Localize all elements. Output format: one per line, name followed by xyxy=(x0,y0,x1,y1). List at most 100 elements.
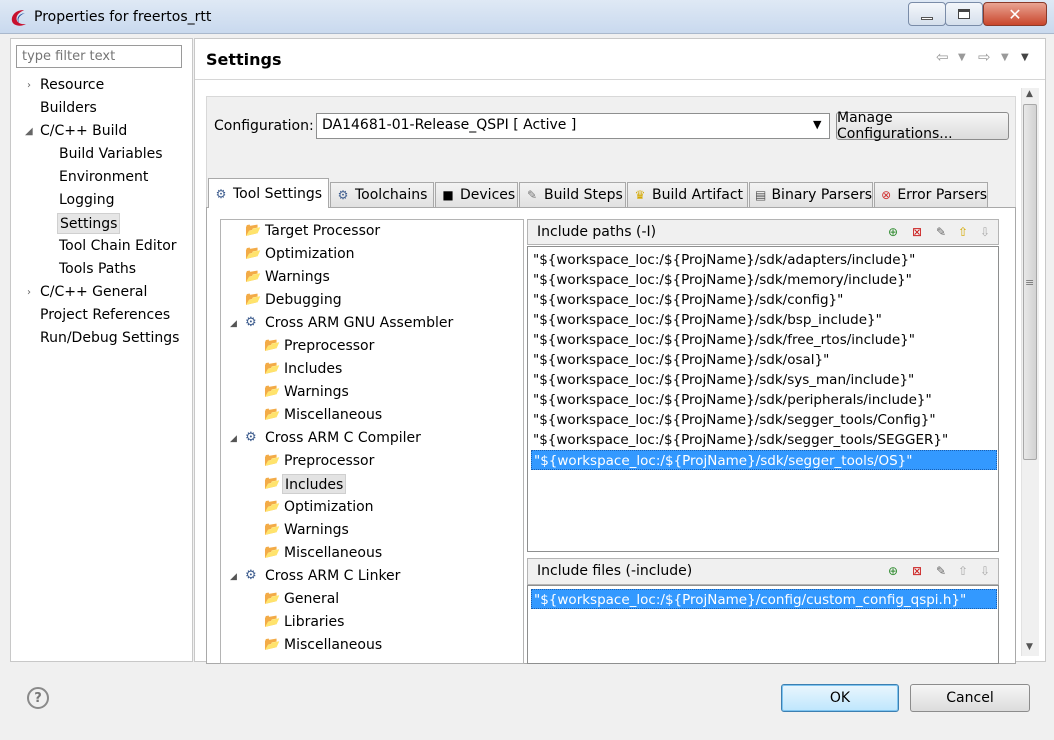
manage-configurations-button[interactable]: Manage Configurations... xyxy=(836,110,1009,142)
move-up-icon[interactable]: ⇧ xyxy=(955,224,971,240)
folder-icon: 📂 xyxy=(264,476,281,491)
tab-toolchains[interactable]: ⚙ Toolchains xyxy=(330,182,434,207)
folder-icon: 📂 xyxy=(245,292,262,307)
cancel-button[interactable]: Cancel xyxy=(910,684,1030,712)
nav-environment[interactable]: Environment xyxy=(59,167,148,188)
toolchains-icon: ⚙ xyxy=(337,188,349,202)
edit-icon[interactable]: ✎ xyxy=(933,224,949,240)
eclipse-app-icon xyxy=(11,10,26,26)
tree-cc-misc[interactable]: Miscellaneous xyxy=(284,543,382,563)
nav-project-references[interactable]: Project References xyxy=(40,305,170,326)
tab-label: Error Parsers xyxy=(897,187,987,203)
tree-cc-warnings[interactable]: Warnings xyxy=(284,520,349,540)
minimize-button[interactable] xyxy=(908,2,946,26)
include-paths-title: Include paths (-I) xyxy=(537,224,657,240)
configuration-select[interactable]: DA14681-01-Release_QSPI [ Active ] xyxy=(316,113,830,139)
list-item[interactable]: "${workspace_loc:/${ProjName}/sdk/periph… xyxy=(531,390,997,410)
folder-icon: 📂 xyxy=(245,269,262,284)
tree-debugging[interactable]: Debugging xyxy=(265,290,342,310)
edit-icon[interactable]: ✎ xyxy=(933,563,949,579)
list-item[interactable]: "${workspace_loc:/${ProjName}/sdk/segger… xyxy=(531,410,997,430)
chevron-down-icon[interactable]: ▼ xyxy=(813,118,821,131)
tree-cc-preprocessor[interactable]: Preprocessor xyxy=(284,451,374,471)
tree-ld-libraries[interactable]: Libraries xyxy=(284,612,344,632)
nav-settings[interactable]: Settings xyxy=(57,213,121,234)
collapse-arrow-icon[interactable]: ◢ xyxy=(25,126,33,137)
help-icon[interactable]: ? xyxy=(27,687,49,709)
move-down-icon[interactable]: ⇩ xyxy=(977,563,993,579)
folder-icon: 📂 xyxy=(264,338,281,353)
tab-error-parsers[interactable]: ⊗ Error Parsers xyxy=(874,182,988,207)
tree-cc-optimization[interactable]: Optimization xyxy=(284,497,374,517)
add-icon[interactable]: ⊕ xyxy=(885,563,901,579)
nav-tools-paths[interactable]: Tools Paths xyxy=(59,259,136,280)
expand-arrow-icon[interactable]: › xyxy=(27,80,31,91)
tree-asm-misc[interactable]: Miscellaneous xyxy=(284,405,382,425)
move-down-icon[interactable]: ⇩ xyxy=(977,224,993,240)
tree-c-compiler[interactable]: Cross ARM C Compiler xyxy=(265,428,421,448)
tree-cc-includes[interactable]: Includes xyxy=(282,474,347,494)
collapse-arrow-icon[interactable]: ◢ xyxy=(230,319,237,329)
tree-optimization[interactable]: Optimization xyxy=(265,244,355,264)
tree-linker[interactable]: Cross ARM C Linker xyxy=(265,566,400,586)
build-artifact-icon: ♛ xyxy=(634,188,646,202)
filter-input[interactable] xyxy=(16,45,182,68)
tree-ld-misc[interactable]: Miscellaneous xyxy=(284,635,382,655)
binary-parsers-icon: ▤ xyxy=(755,188,767,202)
tree-assembler[interactable]: Cross ARM GNU Assembler xyxy=(265,313,453,333)
nav-build-variables[interactable]: Build Variables xyxy=(59,144,163,165)
list-item[interactable]: "${workspace_loc:/${ProjName}/sdk/memory… xyxy=(531,270,997,290)
list-item-selected[interactable]: "${workspace_loc:/${ProjName}/sdk/segger… xyxy=(531,450,997,470)
tree-ld-general[interactable]: General xyxy=(284,589,339,609)
list-item[interactable]: "${workspace_loc:/${ProjName}/sdk/adapte… xyxy=(531,250,997,270)
tab-build-steps[interactable]: ✎ Build Steps xyxy=(519,182,626,207)
nav-tool-chain-editor[interactable]: Tool Chain Editor xyxy=(59,236,177,257)
list-item-selected[interactable]: "${workspace_loc:/${ProjName}/config/cus… xyxy=(531,589,997,609)
nav-builders[interactable]: Builders xyxy=(40,98,97,119)
collapse-arrow-icon[interactable]: ◢ xyxy=(230,572,237,582)
maximize-button[interactable] xyxy=(945,2,983,26)
tree-asm-warnings[interactable]: Warnings xyxy=(284,382,349,402)
ok-button[interactable]: OK xyxy=(781,684,899,712)
nav-cpp-build[interactable]: C/C++ Build xyxy=(40,121,127,142)
view-menu-icon[interactable]: ▼ xyxy=(1021,52,1029,63)
folder-icon: 📂 xyxy=(264,522,281,537)
back-arrow-icon[interactable]: ⇦ xyxy=(936,48,949,66)
list-item[interactable]: "${workspace_loc:/${ProjName}/sdk/config… xyxy=(531,290,997,310)
nav-run-debug-settings[interactable]: Run/Debug Settings xyxy=(40,328,179,349)
back-menu-icon[interactable]: ▼ xyxy=(958,52,966,63)
delete-icon[interactable]: ⊠ xyxy=(909,224,925,240)
tab-label: Build Artifact xyxy=(652,187,743,203)
expand-arrow-icon[interactable]: › xyxy=(27,287,31,298)
delete-icon[interactable]: ⊠ xyxy=(909,563,925,579)
scroll-down-icon[interactable]: ▼ xyxy=(1026,642,1033,652)
tree-asm-preprocessor[interactable]: Preprocessor xyxy=(284,336,374,356)
tab-tool-settings[interactable]: ⚙ Tool Settings xyxy=(208,178,329,208)
tree-target-processor[interactable]: Target Processor xyxy=(265,221,380,241)
configuration-label: Configuration: xyxy=(214,118,314,134)
window-title: Properties for freertos_rtt xyxy=(34,9,212,25)
forward-menu-icon[interactable]: ▼ xyxy=(1001,52,1009,63)
scroll-up-icon[interactable]: ▲ xyxy=(1026,89,1033,99)
tab-build-artifact[interactable]: ♛ Build Artifact xyxy=(627,182,748,207)
forward-arrow-icon[interactable]: ⇨ xyxy=(978,48,991,66)
nav-cpp-general[interactable]: C/C++ General xyxy=(40,282,147,303)
list-item[interactable]: "${workspace_loc:/${ProjName}/sdk/segger… xyxy=(531,430,997,450)
tab-devices[interactable]: ■ Devices xyxy=(435,182,518,207)
nav-resource[interactable]: Resource xyxy=(40,75,104,96)
nav-logging[interactable]: Logging xyxy=(59,190,115,211)
list-item[interactable]: "${workspace_loc:/${ProjName}/sdk/sys_ma… xyxy=(531,370,997,390)
folder-icon: 📂 xyxy=(264,499,281,514)
list-item[interactable]: "${workspace_loc:/${ProjName}/sdk/osal}" xyxy=(531,350,997,370)
move-up-icon[interactable]: ⇧ xyxy=(955,563,971,579)
collapse-arrow-icon[interactable]: ◢ xyxy=(230,434,237,444)
tree-warnings[interactable]: Warnings xyxy=(265,267,330,287)
tab-label: Tool Settings xyxy=(233,185,323,202)
tree-asm-includes[interactable]: Includes xyxy=(284,359,342,379)
close-button[interactable]: ✕ xyxy=(983,2,1047,26)
folder-icon: 📂 xyxy=(264,545,281,560)
list-item[interactable]: "${workspace_loc:/${ProjName}/sdk/free_r… xyxy=(531,330,997,350)
list-item[interactable]: "${workspace_loc:/${ProjName}/sdk/bsp_in… xyxy=(531,310,997,330)
tab-binary-parsers[interactable]: ▤ Binary Parsers xyxy=(749,182,873,207)
add-icon[interactable]: ⊕ xyxy=(885,224,901,240)
